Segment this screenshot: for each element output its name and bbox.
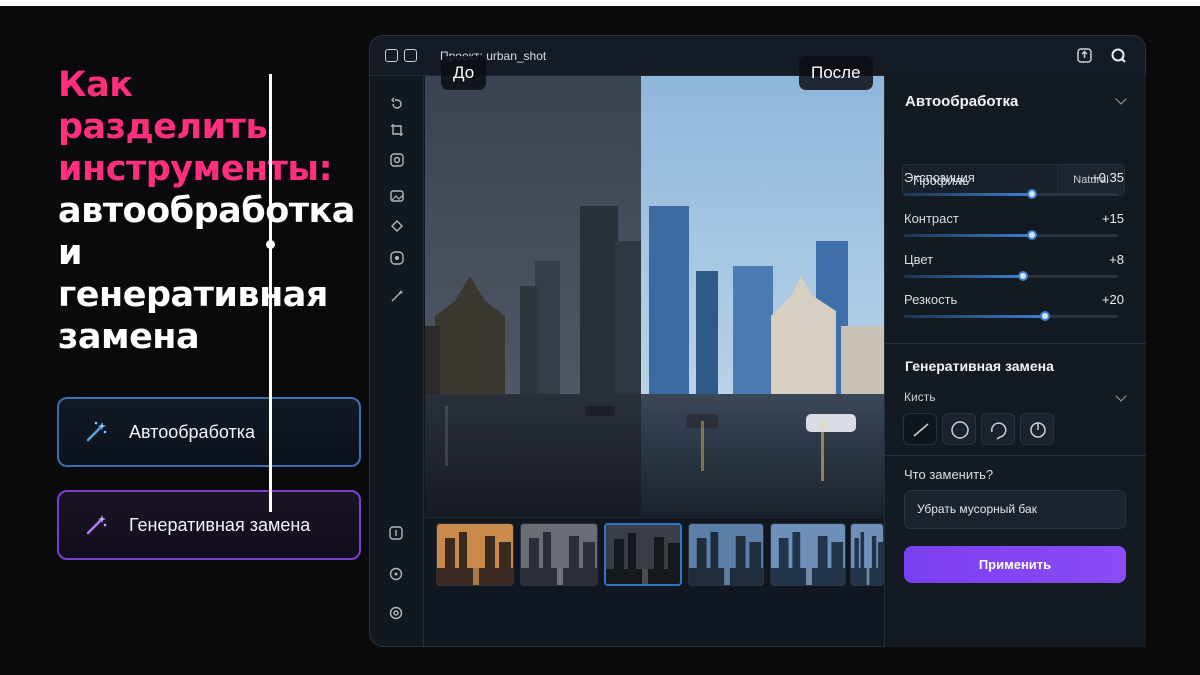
- after-label: После: [799, 56, 873, 90]
- brush-line[interactable]: [903, 413, 937, 445]
- export-icon[interactable]: [388, 525, 404, 541]
- filmstrip-thumbnail[interactable]: [604, 523, 682, 586]
- slider-track[interactable]: [904, 230, 1118, 240]
- brush-select[interactable]: [1020, 413, 1054, 445]
- slider-track[interactable]: [904, 311, 1118, 321]
- settings-icon[interactable]: [388, 605, 404, 621]
- brush-label: Кисть: [904, 390, 936, 404]
- apply-button[interactable]: Применить: [904, 546, 1126, 583]
- circle-brush-icon: [951, 421, 969, 439]
- tool-rail: [370, 76, 424, 516]
- comparison-divider[interactable]: [269, 74, 272, 512]
- filmstrip-thumbnail[interactable]: [850, 523, 884, 586]
- adjust-icon[interactable]: [389, 152, 405, 168]
- crop-icon[interactable]: [389, 122, 405, 138]
- search-icon[interactable]: [1110, 47, 1127, 64]
- magic-icon[interactable]: [389, 288, 405, 304]
- magic-wand-icon: [86, 515, 107, 535]
- headline-line: Как: [58, 65, 133, 105]
- after-image: [641, 76, 884, 516]
- slider-value: +8: [1109, 252, 1124, 267]
- rotate-icon[interactable]: [389, 96, 405, 112]
- replace-question-label: Что заменить?: [904, 467, 994, 482]
- before-image: [425, 76, 641, 516]
- slider-label: Резкость: [904, 292, 958, 307]
- autoprocess-title: Автообработка: [905, 93, 1019, 110]
- divider: [884, 343, 1146, 344]
- top-strip: [0, 0, 1200, 6]
- chevron-down-icon[interactable]: [1115, 93, 1127, 105]
- headline-line: автообработка: [58, 191, 355, 231]
- generative-title: Генеративная замена: [905, 358, 1054, 374]
- divider: [884, 455, 1146, 456]
- generative-replace-button[interactable]: Генеративная замена: [57, 490, 361, 560]
- photo-canvas[interactable]: [425, 76, 884, 516]
- slider-fill: [904, 193, 1032, 196]
- headline-line: замена: [58, 317, 200, 357]
- slider-track[interactable]: [904, 189, 1118, 199]
- window-icon[interactable]: [404, 49, 417, 62]
- autoprocess-button-label: Автообработка: [129, 421, 256, 442]
- slider-fill: [904, 234, 1032, 237]
- circle-select-icon: [1030, 422, 1046, 438]
- slider-knob[interactable]: [1017, 271, 1028, 281]
- line-brush-icon: [913, 423, 929, 437]
- filmstrip-thumbnail[interactable]: [688, 523, 764, 586]
- slider-knob[interactable]: [1026, 189, 1037, 199]
- brush-lasso[interactable]: [981, 413, 1015, 445]
- before-label: До: [441, 56, 487, 90]
- slider-value: +15: [1101, 211, 1124, 226]
- layers-icon[interactable]: [388, 566, 404, 582]
- filmstrip-thumbnail[interactable]: [770, 523, 846, 586]
- slider-label: Экспозиция: [904, 170, 975, 185]
- slider-label: Цвет: [904, 252, 934, 267]
- lasso-brush-icon: [990, 422, 1007, 440]
- image-icon[interactable]: [389, 188, 405, 204]
- slider-label: Контраст: [904, 211, 959, 226]
- headline: Как разделить инструменты: автообработка…: [58, 64, 358, 358]
- filmstrip-thumbnail[interactable]: [520, 523, 598, 586]
- heal-icon[interactable]: [389, 218, 405, 234]
- comparison-handle[interactable]: [266, 240, 275, 249]
- headline-line: разделить: [58, 107, 268, 147]
- generative-replace-button-label: Генеративная замена: [129, 514, 311, 535]
- slider-knob[interactable]: [1026, 230, 1037, 240]
- magic-wand-icon: [86, 421, 107, 442]
- filmstrip-thumbnail[interactable]: [436, 523, 514, 586]
- headline-line: и генеративная: [58, 233, 328, 315]
- slider-fill: [904, 315, 1045, 318]
- mask-icon[interactable]: [389, 250, 405, 266]
- slider-track[interactable]: [904, 271, 1118, 281]
- replace-input[interactable]: Убрать мусорный бак: [904, 490, 1126, 529]
- slider-value: +20: [1101, 292, 1124, 307]
- brush-circle[interactable]: [942, 413, 976, 445]
- slider-knob[interactable]: [1039, 311, 1050, 321]
- autoprocess-button[interactable]: Автообработка: [57, 397, 361, 467]
- titlebar: Проект: urban_shot: [370, 36, 1145, 76]
- headline-line: инструменты:: [58, 149, 333, 189]
- slider-value: +0.35: [1091, 170, 1124, 185]
- window-icon[interactable]: [385, 49, 398, 62]
- slider-fill: [904, 275, 1023, 278]
- export-icon[interactable]: [1076, 47, 1093, 64]
